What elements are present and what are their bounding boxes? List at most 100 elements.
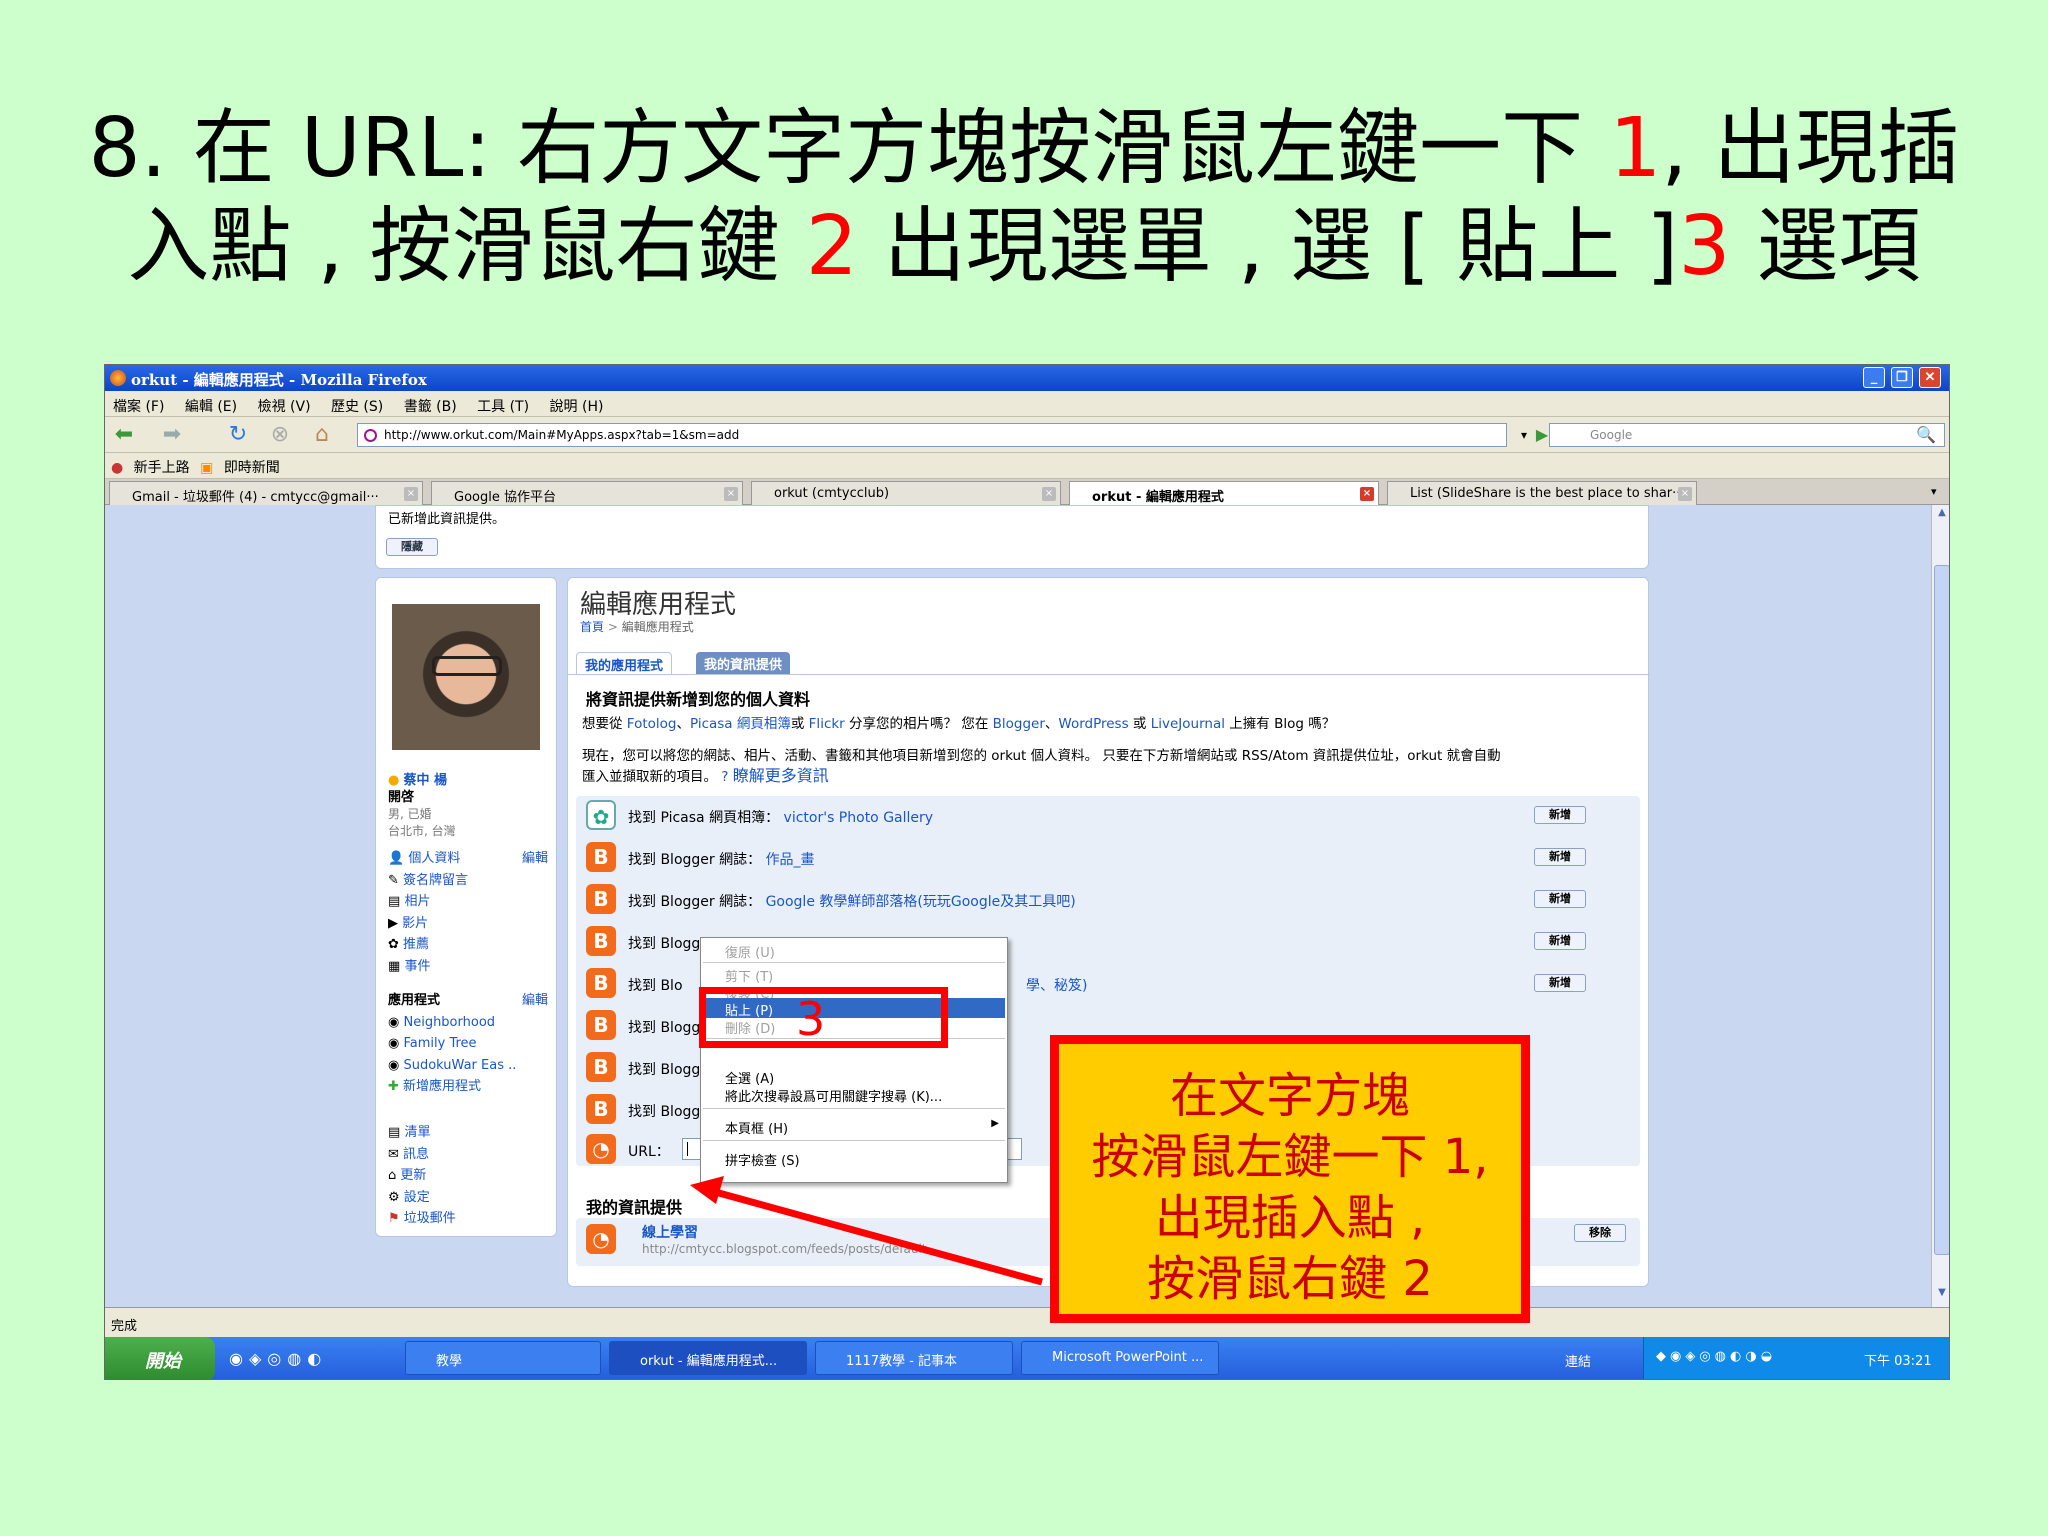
search-input[interactable]: Google xyxy=(1549,423,1945,447)
my-feed-title[interactable]: 線上學習 xyxy=(642,1222,698,1242)
tab-google-sites[interactable]: Google 協作平台 × xyxy=(431,481,743,505)
close-icon[interactable]: × xyxy=(1678,487,1692,501)
nav-settings[interactable]: 設定 xyxy=(404,1190,430,1205)
slide-title: 8. 在 URL: 右方文字方塊按滑鼠左鍵一下 1, 出現插 入點 , 按滑鼠右… xyxy=(0,100,2048,296)
nav-spam[interactable]: 垃圾郵件 xyxy=(404,1211,456,1226)
vertical-scrollbar[interactable]: ▲ ▼ xyxy=(1931,505,1949,1307)
stop-icon[interactable]: ⊗ xyxy=(269,424,291,446)
reload-icon[interactable]: ↻ xyxy=(227,424,249,446)
add-feed-button[interactable]: 新增 xyxy=(1534,932,1586,950)
scroll-down-icon[interactable]: ▼ xyxy=(1934,1287,1949,1303)
profile-nav: 👤 個人資料 編輯 ✎ 簽名牌留言 ▤ 相片 ▶ 影片 ✿ 推薦 ▦ 事件 xyxy=(388,848,548,977)
add-app-link[interactable]: 新增應用程式 xyxy=(403,1079,481,1094)
app-neighborhood[interactable]: Neighborhood xyxy=(403,1015,495,1030)
tab-label: orkut (cmtycclub) xyxy=(774,486,890,501)
home-icon[interactable]: ⌂ xyxy=(311,424,333,446)
system-tray: ◆◉◈◎◍◐◑◒ 下午 03:21 xyxy=(1643,1337,1949,1379)
start-button[interactable]: 開始 xyxy=(105,1337,215,1379)
nav-lists[interactable]: 清單 xyxy=(404,1125,430,1140)
step-number-1: 1 xyxy=(1609,101,1662,196)
app-family-tree[interactable]: Family Tree xyxy=(403,1036,476,1051)
feed-link[interactable]: victor's Photo Gallery xyxy=(784,810,934,826)
tab-orkut-edit-apps[interactable]: orkut - 編輯應用程式 × xyxy=(1069,481,1379,505)
nav-scrapbook[interactable]: 簽名牌留言 xyxy=(403,873,468,888)
menu-bookmarks[interactable]: 書籤 (B) xyxy=(404,396,457,416)
edit-profile-link[interactable]: 編輯 xyxy=(522,848,548,870)
scroll-thumb[interactable] xyxy=(1934,565,1949,1255)
forward-icon[interactable]: ➡ xyxy=(161,424,183,446)
add-feed-button[interactable]: 新增 xyxy=(1534,848,1586,866)
tab-slideshare[interactable]: List (SlideShare is the best place to sh… xyxy=(1387,481,1697,505)
links-toolbar[interactable]: 連結 xyxy=(1565,1351,1591,1370)
close-icon[interactable]: ✕ xyxy=(1919,367,1941,388)
tray-icon[interactable]: ◆◉◈◎◍◐◑◒ xyxy=(1656,1349,1776,1364)
restore-icon[interactable]: ❐ xyxy=(1891,367,1913,388)
link-flickr[interactable]: Flickr xyxy=(809,716,845,732)
menu-this-frame[interactable]: 本頁框 (H) xyxy=(725,1118,788,1137)
edit-apps-link[interactable]: 編輯 xyxy=(522,990,548,1012)
feed-link[interactable]: 作品_畫 xyxy=(766,852,815,868)
profile-name[interactable]: 蔡中 楊 xyxy=(403,773,447,788)
menu-spell-check[interactable]: 拼字檢查 (S) xyxy=(725,1150,800,1169)
nav-events[interactable]: 事件 xyxy=(404,959,430,974)
link-picasa[interactable]: Picasa 網頁相簿 xyxy=(690,716,791,732)
close-icon[interactable]: × xyxy=(1360,487,1374,501)
back-icon[interactable]: ⬅ xyxy=(113,424,135,446)
menu-history[interactable]: 歷史 (S) xyxy=(331,396,383,416)
help-icon: ? xyxy=(721,769,729,785)
quick-launch-icon[interactable]: ◉◈◎◍◐ xyxy=(229,1349,327,1368)
link-livejournal[interactable]: LiveJournal xyxy=(1151,716,1225,732)
add-feed-button[interactable]: 新增 xyxy=(1534,890,1586,908)
minimize-icon[interactable]: _ xyxy=(1863,367,1885,388)
tab-my-apps[interactable]: 我的應用程式 xyxy=(576,652,673,674)
breadcrumb-home[interactable]: 首頁 xyxy=(580,620,604,634)
nav-videos[interactable]: 影片 xyxy=(402,916,428,931)
tab-my-feeds[interactable]: 我的資訊提供 xyxy=(696,652,791,674)
tab-orkut-club[interactable]: orkut (cmtycclub) × xyxy=(751,481,1061,505)
tab-list-icon[interactable]: ▾ xyxy=(1931,485,1937,498)
task-folder[interactable]: 教學 xyxy=(405,1341,601,1375)
add-feed-button[interactable]: 新增 xyxy=(1534,806,1586,824)
app-icon: ◉ xyxy=(388,1036,400,1051)
menu-add-keyword[interactable]: 將此次搜尋設爲可用關鍵字搜尋 (K)... xyxy=(725,1086,942,1105)
learn-more-link[interactable]: 瞭解更多資訊 xyxy=(733,766,829,785)
task-firefox[interactable]: orkut - 編輯應用程式... xyxy=(609,1341,807,1375)
menu-file[interactable]: 檔案 (F) xyxy=(113,396,164,416)
task-notepad[interactable]: 1117教學 - 記事本 xyxy=(815,1341,1013,1375)
submenu-arrow-icon: ▶ xyxy=(991,1118,999,1129)
scroll-up-icon[interactable]: ▲ xyxy=(1934,507,1949,523)
close-icon[interactable]: × xyxy=(724,487,738,501)
menu-help[interactable]: 說明 (H) xyxy=(550,396,604,416)
close-icon[interactable]: × xyxy=(1042,487,1056,501)
nav-updates[interactable]: 更新 xyxy=(400,1168,426,1183)
task-label: orkut - 編輯應用程式... xyxy=(640,1354,778,1369)
nav-messages[interactable]: 訊息 xyxy=(403,1147,429,1162)
nav-profile[interactable]: 個人資料 xyxy=(408,851,460,866)
nav-testimonials[interactable]: 推薦 xyxy=(403,937,429,952)
menu-tools[interactable]: 工具 (T) xyxy=(477,396,529,416)
hide-button[interactable]: 隱藏 xyxy=(386,538,438,556)
add-feed-button[interactable]: 新增 xyxy=(1534,974,1586,992)
breadcrumb-current: 編輯應用程式 xyxy=(621,620,694,634)
menu-view[interactable]: 檢視 (V) xyxy=(258,396,311,416)
close-icon[interactable]: × xyxy=(404,487,418,501)
tab-gmail[interactable]: Gmail - 垃圾郵件 (4) - cmtycc@gmail··· × xyxy=(109,481,423,505)
app-sudokuwar[interactable]: SudokuWar Eas .. xyxy=(403,1058,516,1073)
url-bar[interactable]: http://www.orkut.com/Main#MyApps.aspx?ta… xyxy=(357,423,1507,447)
nav-photos[interactable]: 相片 xyxy=(404,894,430,909)
task-powerpoint[interactable]: Microsoft PowerPoint ... xyxy=(1021,1341,1219,1375)
link-wordpress[interactable]: WordPress xyxy=(1058,716,1128,732)
intro-text-part: 分享您的相片嗎？ 您在 xyxy=(844,716,993,732)
feed-link[interactable]: Google 教學鮮師部落格(玩玩Google及其工具吧) xyxy=(766,894,1076,910)
remove-feed-button[interactable]: 移除 xyxy=(1574,1224,1626,1242)
search-icon[interactable]: 🔍 xyxy=(1915,424,1937,446)
breadcrumb: 首頁 > 編輯應用程式 xyxy=(580,618,694,635)
feed-link[interactable]: 學、秘笈) xyxy=(1026,975,1087,995)
menu-select-all[interactable]: 全選 (A) xyxy=(725,1068,774,1087)
link-fotolog[interactable]: Fotolog xyxy=(627,716,677,732)
bookmark-getting-started[interactable]: 新手上路 xyxy=(134,457,190,477)
bookmark-news[interactable]: 即時新聞 xyxy=(224,457,280,477)
link-blogger[interactable]: Blogger xyxy=(993,716,1045,732)
feed-label: 找到 Picasa 網頁相簿： xyxy=(628,810,780,826)
menu-edit[interactable]: 編輯 (E) xyxy=(185,396,237,416)
